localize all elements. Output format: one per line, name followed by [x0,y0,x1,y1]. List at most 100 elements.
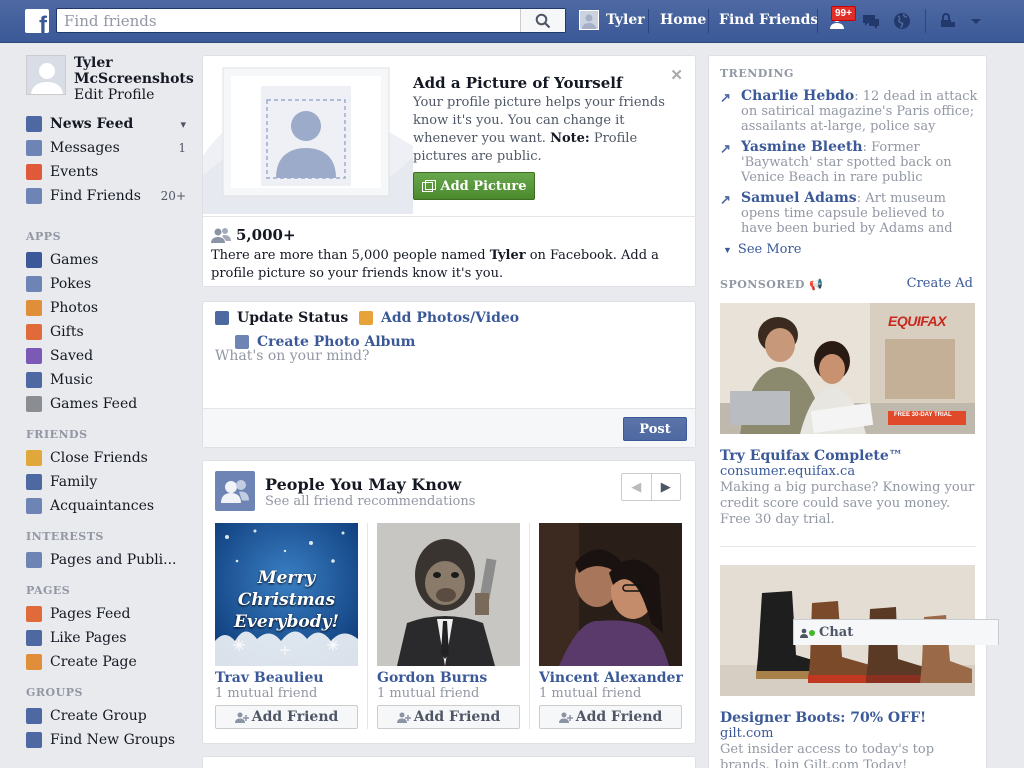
nav-find-friends-link[interactable]: Find Friends [719,12,818,28]
nav-divider [708,9,709,33]
sponsored-ad[interactable]: Designer Boots: 70% OFF! gilt.com Get in… [720,565,976,768]
pages-and-publi-icon [26,552,42,568]
profile-name[interactable]: Tyler McScreenshots [74,55,194,87]
sidebar-item-create-group[interactable]: Create Group [26,706,186,726]
sidebar-item-pages-and-publi[interactable]: Pages and Publi... [26,550,186,570]
photo-icon [421,180,436,192]
sidebar-item-find-new-groups[interactable]: Find New Groups [26,730,186,750]
sponsored-ad[interactable]: EQUIFAX FREE 30-DAY TRIAL Try Equifax Co… [720,303,976,528]
nav-home-link[interactable]: Home [660,12,706,28]
search-button[interactable] [520,9,565,32]
top-navigation-bar: f Tyler Home Find Friends 99+ [0,0,1024,43]
ad-url[interactable]: gilt.com [720,726,976,741]
right-column: TRENDING ↗ Charlie Hebdo: 12 dead in att… [708,55,987,768]
tab-add-photos-video[interactable]: Add Photos/Video [359,310,519,326]
sidebar-item-messages[interactable]: Messages 1 [26,138,186,158]
sidebar-item-photos[interactable]: Photos [26,298,186,318]
ad-url[interactable]: consumer.equifax.ca [720,464,976,479]
add-friend-button[interactable]: Add Friend [215,705,358,729]
events-icon [26,164,42,180]
sidebar-item-gifts[interactable]: Gifts [26,322,186,342]
sidebar-item-label: Events [50,164,99,180]
trending-item[interactable]: ↗ Charlie Hebdo: 12 dead in attack on sa… [720,89,978,135]
mutual-friends-count[interactable]: 1 mutual friend [539,686,684,701]
games-icon [26,252,42,268]
sidebar-section-friends-header: FRIENDS [26,428,88,441]
sidebar-item-label: Pokes [50,276,92,292]
chevron-down-icon[interactable]: ▾ [180,118,186,131]
sidebar-item-like-pages[interactable]: Like Pages [26,628,186,648]
search-input[interactable] [57,9,517,32]
user-avatar-small[interactable] [579,10,599,30]
profile-picture-placeholder[interactable] [26,55,66,95]
sidebar-item-music[interactable]: Music [26,370,186,390]
chevron-down-icon[interactable] [966,11,986,31]
sidebar-item-find-friends[interactable]: Find Friends 20+ [26,186,186,206]
divider [720,546,976,547]
nav-divider [817,9,818,33]
sidebar-item-create-page[interactable]: Create Page [26,652,186,672]
close-icon[interactable]: ✕ [670,66,683,84]
trending-item[interactable]: ↗ Samuel Adams: Art museum opens time ca… [720,191,978,235]
person-photo[interactable]: Merry Christmas Everybody! [215,523,358,666]
sidebar-item-label: Pages and Publi... [50,552,177,568]
acquaintances-icon [26,498,42,514]
next-arrow-icon[interactable]: ▶ [652,474,681,500]
sidebar-item-events[interactable]: Events [26,162,186,182]
nav-divider [648,9,649,33]
sidebar-item-pages-feed[interactable]: Pages Feed [26,604,186,624]
messages-icon [26,140,42,156]
edit-profile-link[interactable]: Edit Profile [74,87,154,103]
ad-text: Making a big purchase? Knowing your cred… [720,480,975,527]
pymk-person: Merry Christmas Everybody! Trav Beaulieu… [215,523,360,729]
see-all-recommendations-link[interactable]: See all friend recommendations [265,494,475,509]
person-name[interactable]: Vincent Alexander ... [539,670,684,686]
people-icon [215,471,255,511]
sidebar-item-close-friends[interactable]: Close Friends [26,448,186,468]
mutual-friends-count[interactable]: 1 mutual friend [377,686,522,701]
mutual-friends-count[interactable]: 1 mutual friend [215,686,360,701]
post-button[interactable]: Post [623,417,687,441]
add-picture-button[interactable]: Add Picture [413,172,535,200]
add-picture-title: Add a Picture of Yourself [413,74,623,92]
sidebar-item-count: 1 [178,141,186,155]
trending-item[interactable]: ↗ Yasmine Bleeth: Former 'Baywatch' star… [720,140,978,186]
tab-update-status[interactable]: Update Status [215,310,348,326]
ad-image[interactable]: EQUIFAX FREE 30-DAY TRIAL [720,303,975,434]
ad-title[interactable]: Designer Boots: 70% OFF! [720,710,976,726]
ad-title[interactable]: Try Equifax Complete™ [720,448,976,464]
add-friend-button[interactable]: Add Friend [539,705,682,729]
add-friend-button[interactable]: Add Friend [377,705,520,729]
equifax-logo: EQUIFAX [888,313,946,329]
create-ad-link[interactable]: Create Ad [907,276,973,291]
previous-arrow-icon[interactable]: ◀ [622,474,652,500]
see-more-trending-link[interactable]: ▼ See More [723,242,801,257]
chat-tab[interactable]: Chat [793,619,999,645]
person-photo[interactable] [377,523,520,666]
messages-icon[interactable] [861,11,881,31]
status-input[interactable]: What's on your mind? [215,348,685,364]
person-icon [800,628,808,638]
sidebar-item-games[interactable]: Games [26,250,186,270]
online-status-icon [809,629,815,636]
sidebar-item-acquaintances[interactable]: Acquaintances [26,496,186,516]
sidebar-item-pokes[interactable]: Pokes [26,274,186,294]
sidebar-item-family[interactable]: Family [26,472,186,492]
facebook-logo-icon[interactable]: f [25,9,49,33]
trending-header: TRENDING [720,67,794,80]
person-photo[interactable] [539,523,682,666]
sidebar-item-games-feed[interactable]: Games Feed [26,394,186,414]
add-friend-icon [396,712,411,723]
photo-caption: Merry Christmas Everybody! [234,568,339,632]
person-name[interactable]: Gordon Burns [377,670,522,686]
person-name[interactable]: Trav Beaulieu [215,670,360,686]
notifications-globe-icon[interactable] [892,11,912,31]
megaphone-icon: 📢 [809,278,824,291]
sidebar-section-interests-header: INTERESTS [26,530,104,543]
nav-profile-link[interactable]: Tyler [606,12,645,28]
sidebar-item-news-feed[interactable]: News Feed ▾ [26,114,186,134]
pages-feed-icon [26,606,42,622]
privacy-shortcuts-icon[interactable] [938,11,958,31]
sidebar-item-saved[interactable]: Saved [26,346,186,366]
sidebar-section-apps-header: APPS [26,230,62,243]
